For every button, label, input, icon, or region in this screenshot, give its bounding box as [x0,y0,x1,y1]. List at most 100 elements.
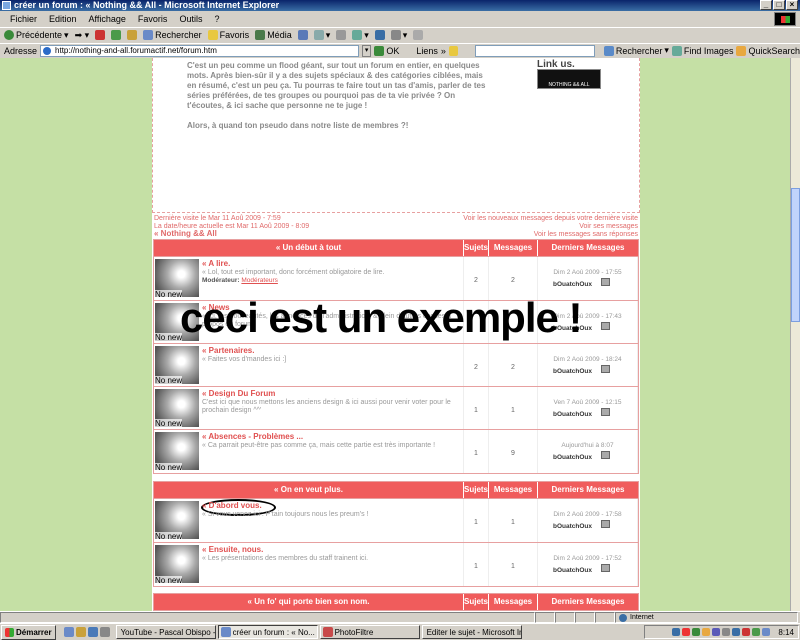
quicklaunch-folder-icon[interactable] [99,627,110,637]
tray-icon[interactable] [712,628,721,636]
tray-icon[interactable] [732,628,741,636]
ie-icon [220,627,231,637]
forum-title[interactable]: « Ensuite, nous. [202,545,263,554]
go-button[interactable]: OK [374,45,399,56]
tray-icon[interactable] [682,628,691,636]
mail-button[interactable]: ▾ [313,30,330,41]
last-post-user[interactable]: bOuatchOux [553,523,592,530]
goto-post-icon[interactable] [601,278,610,286]
stop-button[interactable] [95,30,106,40]
last-post-user[interactable]: bOuatchOux [553,281,592,288]
goto-post-icon[interactable] [601,451,610,459]
tray-icon[interactable] [752,628,761,636]
last-post-user[interactable]: bOuatchOux [553,411,592,418]
tray-icon[interactable] [672,628,681,636]
vertical-scrollbar[interactable] [790,58,800,611]
my-messages-link[interactable]: Voir ses messages [579,223,638,231]
window-titlebar[interactable]: créer un forum : « Nothing && All - Micr… [0,0,800,11]
posts-count: 1 [511,519,515,526]
maximize-button[interactable]: □ [773,0,785,10]
taskbar-item[interactable]: créer un forum : « No... [217,625,318,639]
goto-post-icon[interactable] [601,365,610,373]
quicklaunch-desktop-icon[interactable] [75,627,86,637]
history-button[interactable] [297,30,308,40]
discuss-button[interactable] [374,30,385,40]
topics-count: 1 [474,450,478,457]
close-button[interactable]: × [786,0,798,10]
posts-count: 9 [511,450,515,457]
last-post-user[interactable]: bOuatchOux [553,567,592,574]
menu-help[interactable]: ? [214,14,219,24]
links-label[interactable]: Liens [416,46,438,56]
clock[interactable]: 8:14 [778,628,794,637]
menu-view[interactable]: Affichage [89,14,126,24]
find-images-button[interactable]: Find Images [671,45,733,56]
forum-title[interactable]: « Absences - Problèmes ... [202,432,303,441]
menu-edit[interactable]: Edition [49,14,77,24]
unanswered-link[interactable]: Voir les messages sans réponses [534,231,638,239]
posts-count: 1 [511,563,515,570]
address-bar: Adresse http://nothing-and-all.forumacti… [0,43,800,57]
photofiltre-icon [322,627,333,637]
search-button[interactable]: Rechercher [143,30,202,40]
ie-icon [2,1,11,10]
print-button[interactable] [336,30,347,40]
category-title[interactable]: « Un début à tout [154,240,464,256]
category-block: « Un fo' qui porte bien son nom. Sujets … [153,593,639,611]
forum-title[interactable]: « A lire. [202,259,230,268]
edit-button[interactable]: ▾ [352,30,369,41]
forum-title[interactable]: « D'abord vous. [202,501,262,510]
toolbar-search-input[interactable] [475,44,595,57]
quicklaunch-media-icon[interactable] [87,627,98,637]
goto-post-icon[interactable] [601,520,610,528]
toolbar-options-icon[interactable] [448,45,459,56]
forum-desc: C'est ici que nous mettons les anciens d… [202,399,451,414]
tray-icon[interactable] [762,628,771,636]
goto-post-icon[interactable] [601,408,610,416]
home-button[interactable] [127,30,138,40]
category-block: « On en veut plus. Sujets Messages Derni… [153,481,639,587]
category-title[interactable]: « Un fo' qui porte bien son nom. [154,594,464,610]
links-chevron-icon[interactable]: » [441,46,446,56]
refresh-button[interactable] [111,30,122,40]
tray-icon[interactable] [702,628,711,636]
forum-title[interactable]: « Design Du Forum [202,389,275,398]
messenger-button[interactable]: ▾ [390,30,407,41]
new-messages-link[interactable]: Voir les nouveaux messages depuis votre … [463,215,638,223]
taskbar: Démarrer YouTube - Pascal Obispo -... cr… [0,623,800,640]
scrollbar-thumb[interactable] [791,188,800,322]
taskbar-item[interactable]: YouTube - Pascal Obispo -... [115,625,216,639]
forum-button-logo[interactable]: NOTHING && ALL [537,69,601,89]
taskbar-item[interactable]: PhotoFiltre [319,625,420,639]
quicksearch-button[interactable]: QuickSearch [736,45,800,56]
forum-title[interactable]: « Partenaires. [202,346,254,355]
goto-post-icon[interactable] [601,564,610,572]
last-post-user[interactable]: bOuatchOux [553,454,592,461]
moderator-link[interactable]: Modérateurs [241,277,278,284]
menu-file[interactable]: Fichier [10,14,37,24]
quicksearch-icon [736,45,747,56]
menu-tools[interactable]: Outils [179,14,202,24]
address-input[interactable]: http://nothing-and-all.forumactif.net/fo… [40,44,359,57]
minimize-button[interactable]: _ [760,0,772,10]
start-button[interactable]: Démarrer [1,624,56,640]
topics-header: Sujets [464,240,489,256]
tray-icon[interactable] [722,628,731,636]
goto-post-icon[interactable] [601,322,610,330]
research-button[interactable] [413,30,424,40]
category-title[interactable]: « On en veut plus. [154,482,464,498]
tray-icon[interactable] [692,628,701,636]
taskbar-item[interactable]: Editer le sujet - Microsoft In... [421,625,522,639]
menu-favorites[interactable]: Favoris [138,14,168,24]
quicklaunch-ie-icon[interactable] [63,627,74,637]
last-post-user[interactable]: bOuatchOux [553,368,592,375]
favorites-button[interactable]: Favoris [207,30,249,40]
address-dropdown[interactable]: ▾ [361,44,372,57]
last-post-date: Aujourd'hui à 8:07 [561,442,614,449]
forum-index-link[interactable]: « Nothing && All [154,229,217,238]
media-button[interactable]: Média [255,30,292,40]
toolbar-search-button[interactable]: Rechercher ▾ [603,45,669,56]
back-button[interactable]: Précédente ▾ [4,30,69,41]
tray-icon[interactable] [742,628,751,636]
forward-button[interactable]: ➡ ▾ [75,30,90,41]
